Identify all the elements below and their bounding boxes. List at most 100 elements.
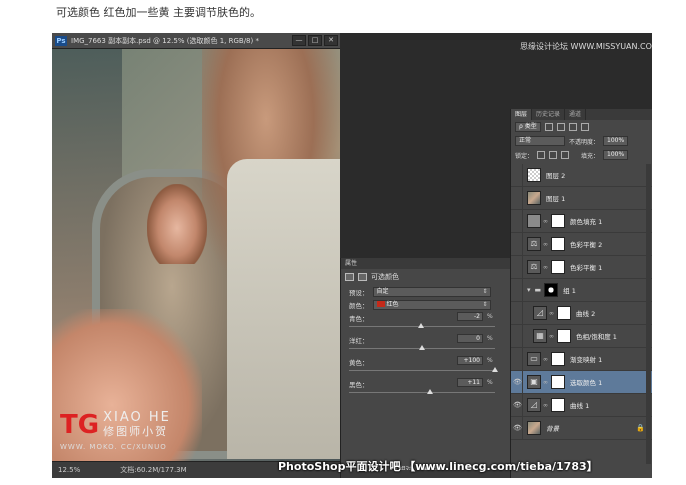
slider-value-input[interactable]: -2: [457, 312, 483, 321]
layer-row[interactable]: ◿ ∞ 曲线 2: [511, 302, 652, 325]
layer-name: 曲线 1: [570, 402, 590, 410]
layer-mask-thumbnail[interactable]: [551, 214, 565, 228]
tab-history[interactable]: 历史记录: [532, 109, 566, 120]
chevron-down-icon: ⇕: [482, 300, 488, 308]
slider-track[interactable]: [349, 392, 495, 393]
site-watermark: 思缘设计论坛 WWW.MISSYUAN.COM: [520, 42, 652, 51]
slider-group: 青色： -2 % 洋红： 0 % 黄色： +100 % 黑色： +11 %: [341, 311, 510, 399]
image-canvas[interactable]: TG XIAO HE 修图师小贺 WWW. MOKO. CC/XUNUO: [52, 49, 340, 461]
layer-filter-select[interactable]: ρ 类型: [515, 122, 541, 132]
lock-pixels-icon[interactable]: [537, 151, 546, 159]
zoom-level[interactable]: 12.5%: [58, 466, 80, 474]
layer-row[interactable]: ⚖ ∞ 色彩平衡 1: [511, 256, 652, 279]
adjustment-icon: [345, 273, 354, 281]
properties-header: 可选颜色: [341, 269, 510, 285]
layer-mask-thumbnail[interactable]: [551, 237, 565, 251]
layer-mask-thumbnail[interactable]: [551, 260, 565, 274]
watermark-url: WWW. MOKO. CC/XUNUO: [60, 443, 167, 451]
filter-type-icon[interactable]: [568, 123, 577, 131]
slider-value-input[interactable]: +11: [457, 378, 483, 387]
layer-row[interactable]: ▾ ▬ 组 1: [511, 279, 652, 302]
slider-unit: %: [487, 379, 493, 386]
minimize-button[interactable]: —: [292, 35, 306, 46]
preset-value: 自定: [376, 287, 389, 295]
visibility-toggle[interactable]: [513, 348, 523, 370]
layer-mask-thumbnail[interactable]: [551, 398, 565, 412]
layer-row[interactable]: ∞ 颜色填充 1: [511, 210, 652, 233]
document-title-bar[interactable]: Ps IMG_7663 副本副本.psd @ 12.5% (选取颜色 1, RG…: [52, 33, 340, 49]
slider-thumb[interactable]: [419, 345, 425, 350]
visibility-toggle[interactable]: [513, 279, 523, 301]
balance-icon: ⚖: [527, 260, 541, 274]
eye-icon[interactable]: 👁: [513, 417, 523, 439]
layer-name: 渐变映射 1: [570, 356, 603, 364]
layer-row[interactable]: 👁 ◿ ∞ 曲线 1: [511, 394, 652, 417]
slider-track[interactable]: [349, 370, 495, 371]
slider-label: 黑色：: [349, 381, 369, 389]
slider-yellow: 黄色： +100 %: [341, 355, 510, 377]
close-button[interactable]: ✕: [324, 35, 338, 46]
lock-all-icon[interactable]: [561, 151, 570, 159]
visibility-toggle[interactable]: [513, 187, 523, 209]
layer-row[interactable]: ▭ ∞ 渐变映射 1: [511, 348, 652, 371]
visibility-toggle[interactable]: [513, 256, 523, 278]
lock-icon: 🔒: [636, 424, 645, 432]
document-size[interactable]: 文档:60.2M/177.3M: [120, 465, 186, 475]
slider-thumb[interactable]: [427, 389, 434, 394]
slider-value-input[interactable]: 0: [457, 334, 483, 343]
photographer-watermark: TG XIAO HE 修图师小贺: [60, 411, 171, 439]
layer-name: 背景: [546, 425, 559, 433]
slider-thumb[interactable]: [492, 367, 498, 372]
mask-icon[interactable]: [358, 273, 367, 281]
color-swatch: [376, 301, 385, 307]
layer-thumbnail: [527, 191, 541, 205]
opacity-input[interactable]: 100%: [603, 136, 629, 146]
layer-mask-thumbnail[interactable]: [557, 306, 571, 320]
expand-arrow-icon[interactable]: ▾: [527, 286, 531, 294]
layer-mask-thumbnail[interactable]: [557, 329, 571, 343]
visibility-toggle[interactable]: [513, 233, 523, 255]
tab-channels[interactable]: 通道: [565, 109, 587, 120]
properties-tab[interactable]: 属性: [341, 258, 510, 269]
layer-row-selected[interactable]: 👁 ▣ ∞ 选取颜色 1: [511, 371, 652, 394]
visibility-toggle[interactable]: [513, 210, 523, 232]
visibility-toggle[interactable]: [513, 325, 523, 347]
layer-name: 色相/饱和度 1: [576, 333, 617, 341]
layer-mask-thumbnail[interactable]: [551, 352, 565, 366]
visibility-toggle[interactable]: [513, 302, 523, 324]
filter-adjust-icon[interactable]: [556, 123, 565, 131]
link-icon: ∞: [543, 240, 548, 248]
visibility-toggle[interactable]: [513, 164, 523, 186]
filter-pixel-icon[interactable]: [544, 123, 553, 131]
watermark-chinese: 修图师小贺: [103, 425, 169, 438]
fill-input[interactable]: 100%: [603, 150, 629, 160]
properties-panel: 属性 可选颜色 预设： 自定 ⇕ 颜色： 红色 ⇕ 青色： -2 % 洋红： 0…: [340, 258, 511, 478]
layer-row[interactable]: ▦ ∞ 色相/饱和度 1: [511, 325, 652, 348]
blend-mode-select[interactable]: 正常: [515, 136, 565, 146]
preset-select[interactable]: 自定 ⇕: [372, 286, 491, 297]
slider-value-input[interactable]: +100: [457, 356, 483, 365]
colors-row: 颜色： 红色 ⇕: [341, 298, 510, 311]
eye-icon[interactable]: 👁: [513, 371, 523, 393]
layer-row[interactable]: ⚖ ∞ 色彩平衡 2: [511, 233, 652, 256]
forum-footer: PhotoShop平面设计吧 【www.linecg.com/tieba/178…: [278, 460, 598, 473]
photoshop-screenshot: Ps IMG_7663 副本副本.psd @ 12.5% (选取颜色 1, RG…: [52, 33, 652, 478]
layer-row[interactable]: 👁 背景 🔒: [511, 417, 652, 440]
eye-icon[interactable]: 👁: [513, 394, 523, 416]
link-icon: ∞: [549, 332, 554, 340]
group-mask-thumbnail[interactable]: [544, 283, 559, 297]
tab-layers[interactable]: 图层: [511, 109, 533, 120]
maximize-button[interactable]: □: [308, 35, 322, 46]
lock-position-icon[interactable]: [549, 151, 558, 159]
filter-shape-icon[interactable]: [580, 123, 589, 131]
layer-row[interactable]: 图层 1: [511, 187, 652, 210]
colors-select[interactable]: 红色 ⇕: [372, 299, 491, 310]
slider-label: 黄色：: [349, 359, 369, 367]
layer-name: 组 1: [563, 287, 576, 295]
slider-thumb[interactable]: [417, 323, 424, 328]
layers-tabs: 图层 历史记录 通道: [511, 109, 652, 120]
layer-row[interactable]: 图层 2: [511, 164, 652, 187]
layer-mask-thumbnail[interactable]: [551, 375, 565, 389]
lock-label: 锁定：: [515, 152, 534, 160]
layers-scrollbar[interactable]: [646, 164, 651, 464]
